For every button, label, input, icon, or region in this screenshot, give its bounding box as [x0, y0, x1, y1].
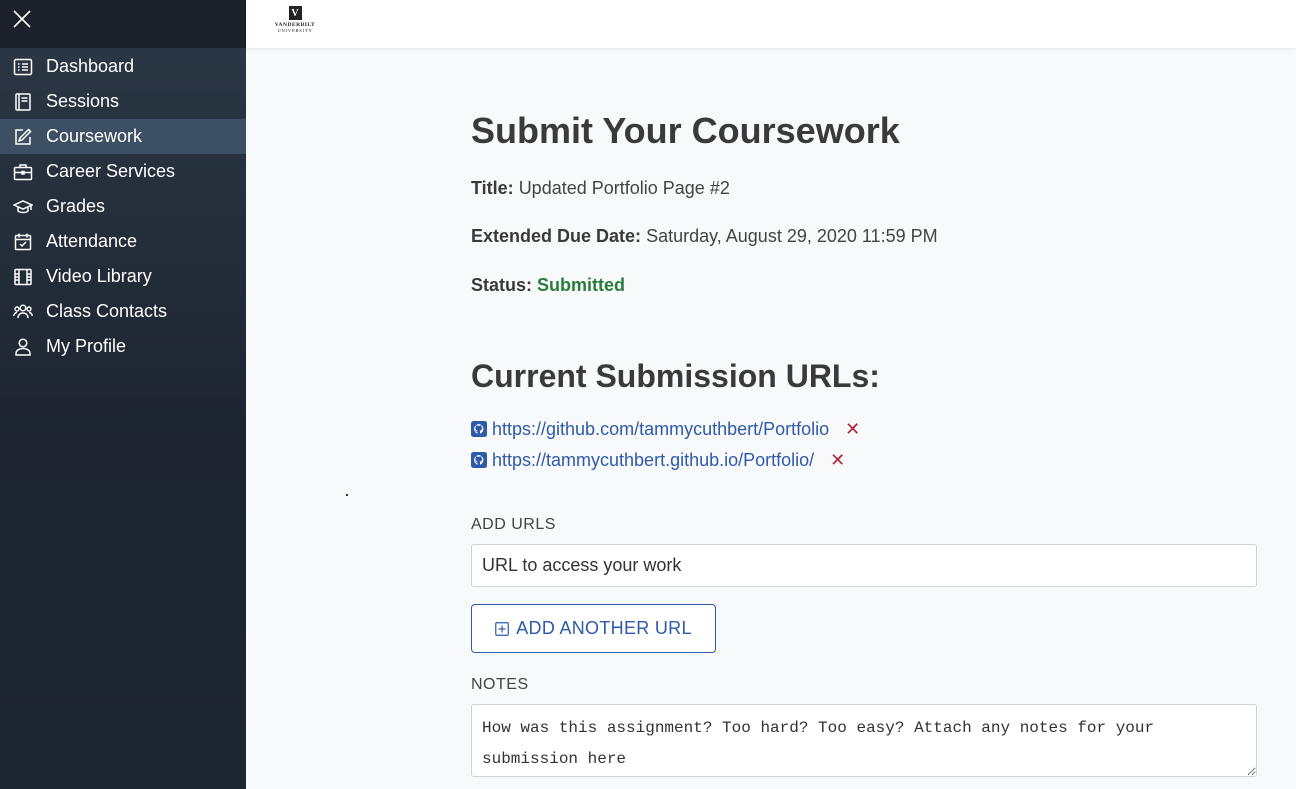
status-label: Status: [471, 275, 533, 295]
sidebar-item-class-contacts[interactable]: Class Contacts [0, 294, 246, 329]
sidebar-item-label: Attendance [46, 231, 138, 251]
calendar-check-icon [13, 232, 33, 252]
due-date-value: Saturday, August 29, 2020 11:59 PM [646, 226, 938, 246]
stray-dot [346, 494, 348, 496]
sidebar-item-grades[interactable]: Grades [0, 189, 246, 224]
github-icon [471, 421, 487, 437]
sidebar-item-label: Grades [46, 196, 106, 216]
logo-line2: UNIVERSITY [277, 28, 313, 33]
remove-url-icon[interactable]: ✕ [845, 419, 860, 440]
sidebar-item-attendance[interactable]: Attendance [0, 224, 246, 259]
page-title: Submit Your Coursework [471, 110, 900, 151]
notes-label: NOTES [471, 676, 529, 693]
add-urls-label: ADD URLS [471, 516, 556, 533]
film-icon [13, 267, 33, 287]
sidebar-item-label: Coursework [46, 126, 143, 146]
submission-url-row: https://tammycuthbert.github.io/Portfoli… [471, 449, 845, 471]
submission-url-link[interactable]: https://github.com/tammycuthbert/Portfol… [492, 419, 829, 440]
submission-url-link[interactable]: https://tammycuthbert.github.io/Portfoli… [492, 450, 814, 471]
top-bar: V VANDERBILT UNIVERSITY [246, 0, 1296, 48]
remove-url-icon[interactable]: ✕ [830, 450, 845, 471]
title-label: Title: [471, 178, 514, 198]
sidebar-item-sessions[interactable]: Sessions [0, 84, 246, 119]
sidebar-header [0, 0, 246, 48]
url-input[interactable] [471, 544, 1257, 587]
logo-mark: V [288, 6, 302, 20]
people-icon [13, 302, 33, 322]
book-icon [13, 92, 33, 112]
assignment-title: Title: Updated Portfolio Page #2 [471, 178, 730, 199]
sidebar-item-label: Dashboard [46, 56, 135, 76]
submission-url-row: https://github.com/tammycuthbert/Portfol… [471, 418, 860, 440]
sidebar-item-label: My Profile [46, 336, 127, 356]
graduation-cap-icon [13, 197, 33, 217]
add-another-url-button[interactable]: ADD ANOTHER URL [471, 604, 716, 653]
vanderbilt-logo[interactable]: V VANDERBILT UNIVERSITY [270, 6, 320, 38]
add-button-label: ADD ANOTHER URL [516, 618, 692, 638]
sidebar-item-label: Career Services [46, 161, 176, 181]
notes-field[interactable] [471, 704, 1257, 777]
sidebar-item-dashboard[interactable]: Dashboard [0, 49, 246, 84]
sidebar-nav: Dashboard Sessions Coursework Career Ser… [0, 49, 246, 364]
briefcase-icon [13, 162, 33, 182]
due-date: Extended Due Date: Saturday, August 29, … [471, 226, 938, 247]
sidebar-item-career-services[interactable]: Career Services [0, 154, 246, 189]
list-icon [13, 57, 33, 77]
status-badge: Submitted [537, 275, 626, 295]
sidebar-item-label: Sessions [46, 91, 120, 111]
sidebar-item-my-profile[interactable]: My Profile [0, 329, 246, 364]
person-icon [13, 337, 33, 357]
close-icon[interactable] [12, 9, 32, 29]
plus-square-icon [495, 621, 510, 636]
github-icon [471, 452, 487, 468]
sidebar-item-label: Video Library [46, 266, 152, 286]
title-value: Updated Portfolio Page #2 [518, 178, 730, 198]
sidebar: Dashboard Sessions Coursework Career Ser… [0, 0, 246, 789]
sidebar-item-video-library[interactable]: Video Library [0, 259, 246, 294]
submission-urls-heading: Current Submission URLs: [471, 358, 880, 394]
due-date-label: Extended Due Date: [471, 226, 642, 246]
edit-icon [13, 127, 33, 147]
sidebar-item-coursework[interactable]: Coursework [0, 119, 246, 154]
status: Status: Submitted [471, 275, 625, 296]
sidebar-item-label: Class Contacts [46, 301, 168, 321]
